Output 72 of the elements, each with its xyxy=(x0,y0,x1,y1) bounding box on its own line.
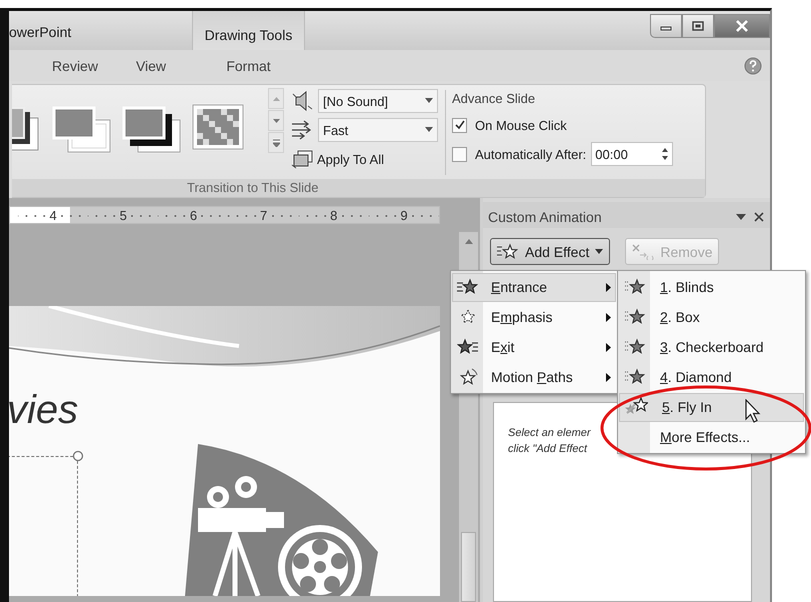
close-icon xyxy=(735,20,749,32)
star-icon xyxy=(624,308,646,326)
menu-item[interactable]: 3. Checkerboard xyxy=(619,332,804,362)
star-icon xyxy=(624,368,646,386)
hint-text: click "Add Effect xyxy=(508,442,588,457)
checkbox-label: Automatically After: xyxy=(475,146,586,162)
star-icon xyxy=(624,397,648,417)
slide-title: vies xyxy=(9,388,78,433)
speaker-icon xyxy=(290,90,314,112)
checkbox[interactable] xyxy=(452,118,467,132)
hint-text: Select an elemer xyxy=(508,426,591,441)
ribbon-tab[interactable]: Format xyxy=(192,52,305,78)
submenu-arrow-icon xyxy=(606,342,611,352)
dropdown[interactable]: [No Sound] xyxy=(318,89,438,113)
menu-item[interactable]: Motion Paths xyxy=(452,362,616,392)
ruler-number: 8 xyxy=(328,208,340,222)
expand-icon xyxy=(272,138,280,146)
dropdown-icon[interactable] xyxy=(736,213,746,221)
star-icon xyxy=(457,338,479,356)
apply-to-all-button[interactable]: Apply To All xyxy=(290,147,384,171)
minimize-button[interactable] xyxy=(650,14,682,38)
slides-icon xyxy=(290,149,314,169)
close-button[interactable] xyxy=(714,14,770,38)
ruler-number: 6 xyxy=(188,208,200,222)
dropdown[interactable]: Fast xyxy=(318,118,438,142)
remove-icon xyxy=(632,244,654,260)
menu-item[interactable]: More Effects... xyxy=(619,422,804,452)
maximize-button[interactable] xyxy=(682,14,714,38)
submenu-arrow-icon xyxy=(606,282,611,292)
ruler-number: 9 xyxy=(398,208,410,222)
close-icon[interactable] xyxy=(754,212,764,222)
contextual-tab-group: Drawing Tools xyxy=(192,11,305,50)
group-heading: Advance Slide xyxy=(452,91,536,108)
help-icon[interactable] xyxy=(744,56,762,74)
menu-item[interactable]: 1. Blinds xyxy=(619,272,804,302)
caret-icon xyxy=(595,248,604,254)
time-field[interactable]: 00:00 xyxy=(591,142,674,166)
spinner-icon xyxy=(661,146,670,162)
mouse-pointer-icon xyxy=(745,399,761,425)
group-label: Transition to This Slide xyxy=(12,179,705,197)
scroll-thumb[interactable] xyxy=(461,532,476,602)
menu-item[interactable]: Emphasis xyxy=(452,302,616,332)
maximize-icon xyxy=(692,21,704,31)
menu-item[interactable]: 5. Fly In xyxy=(619,392,804,422)
menu-item[interactable]: 4. Diamond xyxy=(619,362,804,392)
ribbon-tab[interactable]: View xyxy=(115,52,187,78)
checkmark-icon xyxy=(454,120,464,130)
checkbox-label: On Mouse Click xyxy=(475,118,567,132)
caret-icon xyxy=(272,118,280,122)
submenu-arrow-icon xyxy=(606,372,611,382)
menu-item[interactable]: 2. Box xyxy=(619,302,804,332)
pane-title: Custom Animation xyxy=(488,209,603,225)
star-icon xyxy=(624,278,646,296)
scroll-up-arrow-icon xyxy=(464,239,472,244)
caret-icon xyxy=(425,127,433,133)
caret-icon xyxy=(272,96,280,100)
window-title: owerPoint xyxy=(9,23,72,42)
star-icon xyxy=(624,338,646,356)
checkbox[interactable] xyxy=(452,146,467,162)
transition-thumbnail[interactable] xyxy=(122,104,182,154)
menu-item[interactable]: Exit xyxy=(452,332,616,362)
star-icon xyxy=(497,242,519,260)
submenu-arrow-icon xyxy=(606,312,611,322)
ribbon-tab[interactable]: Review xyxy=(35,52,115,78)
add-effect-button[interactable]: Add Effect xyxy=(490,238,610,265)
caret-icon xyxy=(425,98,433,104)
menu-item[interactable]: Entrance xyxy=(452,272,616,302)
transition-thumbnail[interactable] xyxy=(52,104,112,154)
resize-handle[interactable] xyxy=(72,450,84,462)
scroll-down-button[interactable] xyxy=(268,110,284,131)
more-button[interactable] xyxy=(268,132,284,153)
star-icon xyxy=(457,278,479,296)
